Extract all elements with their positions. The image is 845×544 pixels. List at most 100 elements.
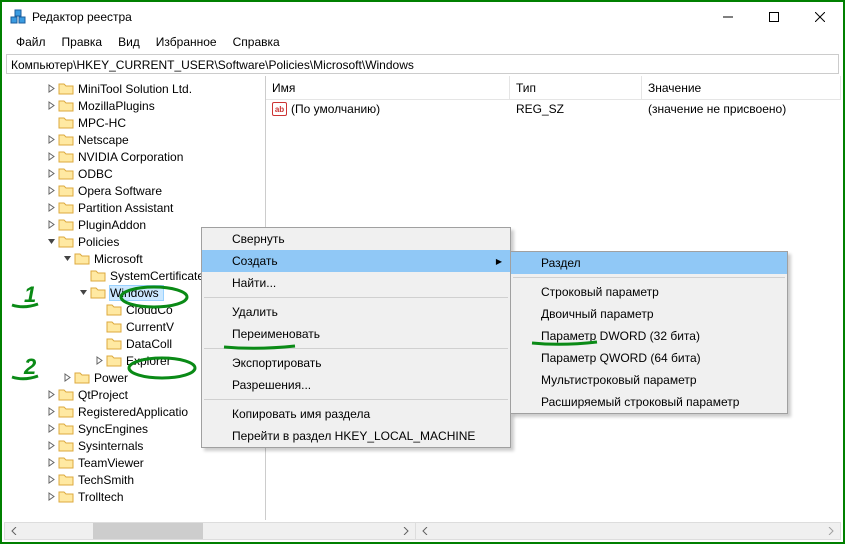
expand-icon[interactable] <box>44 390 58 399</box>
tree-node[interactable]: Trolltech <box>4 488 265 505</box>
menu-item[interactable]: Найти... <box>202 272 510 294</box>
expand-icon[interactable] <box>44 152 58 161</box>
tree-node-label: Sysinternals <box>78 439 143 453</box>
minimize-button[interactable] <box>705 2 751 32</box>
tree-node[interactable]: Netscape <box>4 131 265 148</box>
menu-item[interactable]: Свернуть <box>202 228 510 250</box>
expand-icon[interactable] <box>60 373 74 382</box>
tree-node[interactable]: Partition Assistant <box>4 199 265 216</box>
scroll-thumb[interactable] <box>93 523 203 539</box>
menu-item[interactable]: Строковый параметр <box>511 281 787 303</box>
expand-icon[interactable] <box>44 475 58 484</box>
col-name[interactable]: Имя <box>266 76 510 100</box>
tree-node[interactable]: ODBC <box>4 165 265 182</box>
menu-item[interactable]: Расширяемый строковый параметр <box>511 391 787 413</box>
menu-item[interactable]: Удалить <box>202 301 510 323</box>
menu-item[interactable]: Параметр QWORD (64 бита) <box>511 347 787 369</box>
app-window: Редактор реестра Файл Правка Вид Избранн… <box>0 0 845 544</box>
scroll-right-button-2[interactable] <box>822 523 840 539</box>
menu-item[interactable]: Перейти в раздел HKEY_LOCAL_MACHINE <box>202 425 510 447</box>
collapse-icon[interactable] <box>76 288 90 297</box>
collapse-icon[interactable] <box>60 254 74 263</box>
folder-icon <box>58 422 74 435</box>
tree-node[interactable]: TeamViewer <box>4 454 265 471</box>
tree-node[interactable]: MPC-HC <box>4 114 265 131</box>
expand-icon[interactable] <box>44 169 58 178</box>
scroll-left-button-2[interactable] <box>415 523 433 539</box>
menu-item[interactable]: Мультистроковый параметр <box>511 369 787 391</box>
address-bar[interactable]: Компьютер\HKEY_CURRENT_USER\Software\Pol… <box>6 54 839 74</box>
folder-icon <box>58 490 74 503</box>
maximize-button[interactable] <box>751 2 797 32</box>
menu-item-label: Свернуть <box>232 232 285 246</box>
menu-item[interactable]: Двоичный параметр <box>511 303 787 325</box>
tree-node[interactable]: Opera Software <box>4 182 265 199</box>
list-row[interactable]: ab (По умолчанию) REG_SZ (значение не пр… <box>266 100 841 118</box>
menu-item-label: Экспортировать <box>232 356 322 370</box>
expand-icon[interactable] <box>44 101 58 110</box>
expand-icon[interactable] <box>44 203 58 212</box>
menu-item[interactable]: Копировать имя раздела <box>202 403 510 425</box>
menu-item[interactable]: Параметр DWORD (32 бита) <box>511 325 787 347</box>
tree-node-label: MiniTool Solution Ltd. <box>78 82 192 96</box>
menu-item-label: Параметр QWORD (64 бита) <box>541 351 701 365</box>
tree-node[interactable]: MiniTool Solution Ltd. <box>4 80 265 97</box>
menu-separator <box>204 348 508 349</box>
folder-icon <box>90 286 106 299</box>
menu-file[interactable]: Файл <box>8 33 54 51</box>
submenu-arrow-icon: ▶ <box>496 257 502 266</box>
col-value[interactable]: Значение <box>642 76 841 100</box>
folder-icon <box>58 235 74 248</box>
folder-icon <box>58 473 74 486</box>
menu-item-label: Строковый параметр <box>541 285 659 299</box>
tree-node[interactable]: TechSmith <box>4 471 265 488</box>
folder-icon <box>58 218 74 231</box>
scroll-right-button[interactable] <box>397 523 415 539</box>
menu-item[interactable]: Раздел <box>511 252 787 274</box>
menu-item-label: Расширяемый строковый параметр <box>541 395 739 409</box>
menu-item-label: Переименовать <box>232 327 320 341</box>
collapse-icon[interactable] <box>44 237 58 246</box>
expand-icon[interactable] <box>44 424 58 433</box>
scroll-left-button[interactable] <box>5 523 23 539</box>
menu-item[interactable]: Переименовать <box>202 323 510 345</box>
tree-node[interactable]: MozillaPlugins <box>4 97 265 114</box>
folder-icon <box>106 303 122 316</box>
titlebar[interactable]: Редактор реестра <box>2 2 843 32</box>
menu-item-label: Перейти в раздел HKEY_LOCAL_MACHINE <box>232 429 475 443</box>
expand-icon[interactable] <box>92 356 106 365</box>
expand-icon[interactable] <box>44 407 58 416</box>
col-type[interactable]: Тип <box>510 76 642 100</box>
folder-icon <box>106 354 122 367</box>
folder-icon <box>58 184 74 197</box>
menu-item[interactable]: Разрешения... <box>202 374 510 396</box>
expand-icon[interactable] <box>44 135 58 144</box>
expand-icon[interactable] <box>44 492 58 501</box>
tree-node-label: Partition Assistant <box>78 201 173 215</box>
tree-node-label: Microsoft <box>94 252 143 266</box>
expand-icon[interactable] <box>44 441 58 450</box>
menu-item[interactable]: Создать▶ <box>202 250 510 272</box>
folder-icon <box>58 82 74 95</box>
tree-node-label: MPC-HC <box>78 116 126 130</box>
expand-icon[interactable] <box>44 220 58 229</box>
scrollbar-horizontal[interactable] <box>4 522 841 540</box>
tree-node-label: CurrentV <box>126 320 174 334</box>
tree-node[interactable]: NVIDIA Corporation <box>4 148 265 165</box>
context-menu: Свернуть Создать▶Найти... Удалить Переимено… <box>201 227 511 448</box>
menu-separator <box>204 399 508 400</box>
expand-icon[interactable] <box>44 458 58 467</box>
tree-node-label: Power <box>94 371 128 385</box>
menu-favorites[interactable]: Избранное <box>148 33 225 51</box>
menu-item[interactable]: Экспортировать <box>202 352 510 374</box>
expand-icon[interactable] <box>44 186 58 195</box>
menu-view[interactable]: Вид <box>110 33 148 51</box>
menu-help[interactable]: Справка <box>225 33 288 51</box>
expand-icon[interactable] <box>44 84 58 93</box>
context-submenu-new: Раздел Строковый параметр Двоичный парамет… <box>510 251 788 414</box>
string-value-icon: ab <box>272 102 287 116</box>
menu-item-label: Удалить <box>232 305 278 319</box>
folder-icon <box>58 439 74 452</box>
menu-edit[interactable]: Правка <box>54 33 111 51</box>
close-button[interactable] <box>797 2 843 32</box>
